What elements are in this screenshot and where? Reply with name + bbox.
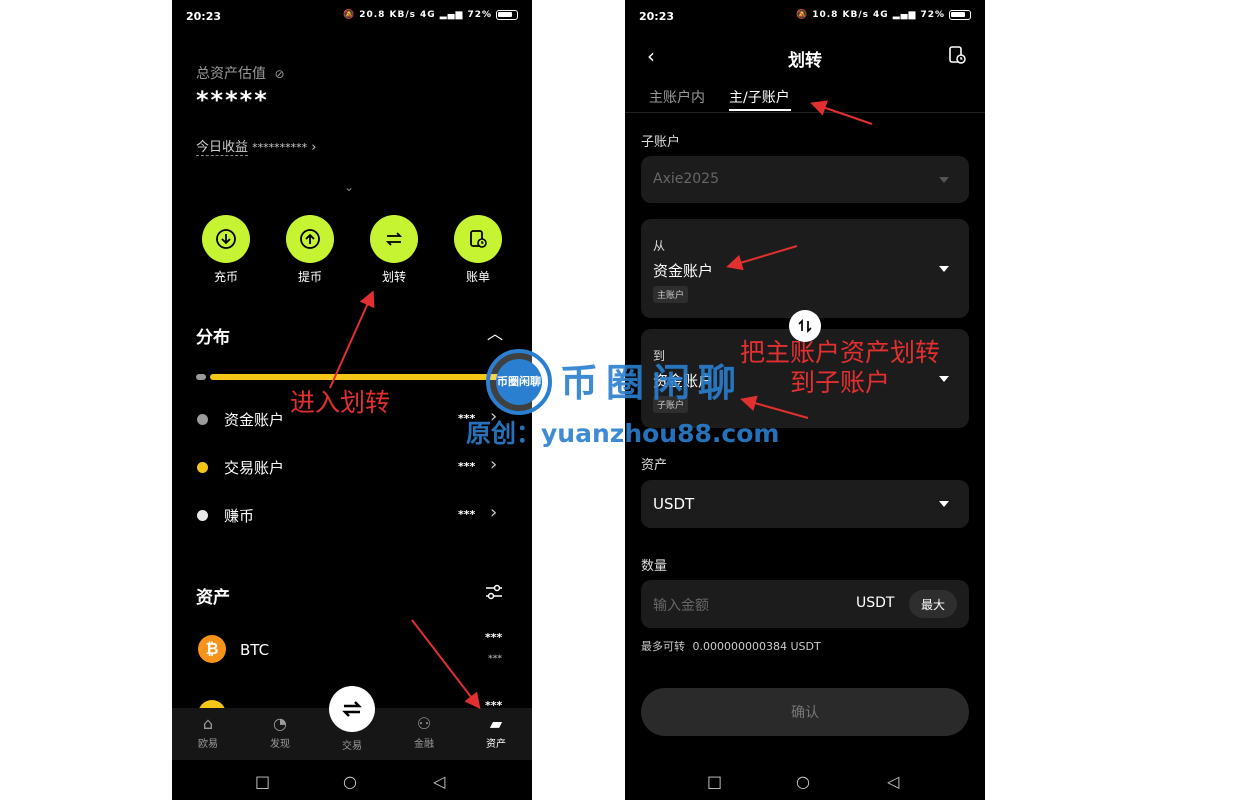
watermark-logo: 币圈闲聊 xyxy=(486,349,552,415)
annotation-transfer-note: 把主账户资产划转 到子账户 xyxy=(728,338,952,398)
annotation-enter-transfer: 进入划转 xyxy=(290,388,391,417)
annotation-line2: 到子账户 xyxy=(789,368,890,397)
arrow-to-assets-tab xyxy=(411,619,481,710)
watermark-url: 原创：yuanzhou88.com xyxy=(466,419,780,448)
screenshot-stage: 20:23 🔕 20.8 KB/s 4G ▂▄▆ 72% 总资产估值 ⊘ ***… xyxy=(0,0,1250,800)
swap-direction-button[interactable] xyxy=(789,310,821,342)
watermark-badge: 币圈闲聊 xyxy=(496,359,542,405)
swap-vertical-icon xyxy=(798,318,812,334)
annotation-line1: 把主账户资产划转 xyxy=(739,338,940,367)
watermark-title: 币圈闲聊 xyxy=(560,361,745,405)
arrow-to-sub-tab xyxy=(810,100,873,125)
arrow-to-transfer xyxy=(329,290,375,389)
arrow-to-from xyxy=(726,245,798,271)
